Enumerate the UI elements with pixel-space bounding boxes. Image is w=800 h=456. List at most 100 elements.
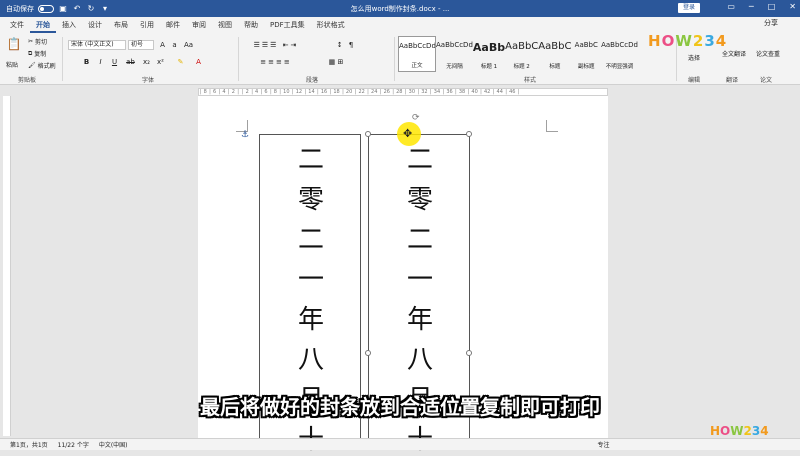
ribbon-display-icon[interactable]: ▭: [727, 2, 735, 11]
strip-char: 八: [406, 345, 433, 375]
rotate-handle-icon[interactable]: ⟳: [412, 113, 420, 123]
strip-char: 年: [297, 305, 324, 335]
vertical-ruler[interactable]: [3, 96, 11, 436]
title-bar: 自动保存 ▣ ↶ ↻ ▾ 怎么用word制作封条.docx - ... 登录 ▭…: [0, 0, 800, 17]
style-item[interactable]: AaBbC 副标题: [571, 36, 601, 72]
focus-mode-button[interactable]: 专注: [598, 440, 610, 449]
copy-button[interactable]: ⧉ 复制: [28, 49, 47, 59]
tab-4[interactable]: 布局: [108, 17, 134, 33]
tab-10[interactable]: PDF工具集: [264, 17, 311, 33]
style-sample: AaBbC: [505, 41, 539, 52]
list-icons[interactable]: ☰☰☰ ⇤⇥: [246, 40, 306, 50]
copy-label: 复制: [34, 51, 47, 58]
word-count[interactable]: 11/22 个字: [58, 440, 89, 449]
tab-6[interactable]: 邮件: [160, 17, 186, 33]
bold-button[interactable]: B: [82, 57, 91, 67]
font-size-select[interactable]: 初号: [128, 40, 154, 50]
brush-icon: 🖌: [28, 62, 36, 69]
strip-char: 二: [406, 225, 433, 255]
cut-label: 剪切: [35, 39, 48, 46]
strikethrough-icon[interactable]: ab: [126, 57, 135, 67]
translate-group-label: 翻译: [726, 77, 739, 84]
video-subtitle: 最后将做好的封条放到合适位置复制即可打印: [200, 395, 600, 419]
style-name: 不明显强调: [605, 64, 634, 70]
vertical-scrollbar[interactable]: [790, 96, 798, 438]
undo-icon[interactable]: ↶: [72, 4, 82, 13]
cut-button[interactable]: ✂ 剪切: [28, 37, 47, 46]
maximize-icon[interactable]: □: [768, 2, 776, 11]
font-family-select[interactable]: 宋体 (中文正文): [68, 40, 126, 50]
resize-handle[interactable]: [466, 131, 472, 137]
select-button[interactable]: 选择: [682, 55, 706, 63]
resize-handle[interactable]: [365, 350, 371, 356]
paper-check-button[interactable]: 论文查重: [756, 51, 780, 59]
tab-9[interactable]: 帮助: [238, 17, 264, 33]
editing-group-label: 编辑: [688, 77, 701, 84]
quick-access-toolbar: 自动保存 ▣ ↶ ↻ ▾: [0, 4, 110, 14]
watermark-logo: HOW234: [648, 32, 728, 50]
login-button[interactable]: 登录: [678, 3, 700, 13]
style-sample: AaBbC: [538, 41, 572, 52]
style-sample: AaBbCcDd: [399, 42, 435, 50]
style-item[interactable]: AaBbC 标题 2: [505, 36, 538, 72]
strip-char: 一: [406, 265, 433, 295]
tab-5[interactable]: 引用: [134, 17, 160, 33]
anchor-icon: ⚓: [241, 130, 250, 140]
underline-button[interactable]: U: [110, 57, 119, 67]
paper-group-label: 论文: [760, 77, 773, 84]
watermark-logo-bottom: HOW234: [710, 424, 769, 438]
paste-button[interactable]: 粘贴: [6, 60, 18, 69]
tab-1[interactable]: 开始: [30, 17, 56, 33]
save-icon[interactable]: ▣: [58, 4, 68, 13]
redo-icon[interactable]: ↻: [86, 4, 96, 13]
resize-handle[interactable]: [466, 350, 472, 356]
tab-7[interactable]: 审阅: [186, 17, 212, 33]
sort-icons[interactable]: ↕ ¶: [316, 40, 376, 50]
font-color-icon[interactable]: A: [194, 57, 203, 67]
tab-0[interactable]: 文件: [4, 17, 30, 33]
tab-8[interactable]: 视图: [212, 17, 238, 33]
tab-2[interactable]: 插入: [56, 17, 82, 33]
style-item[interactable]: AaBb 标题 1: [473, 36, 505, 72]
customize-toolbar-icon[interactable]: ▾: [100, 4, 110, 13]
select-label: 选择: [687, 55, 700, 62]
ribbon-tabs: 文件 开始 插入 设计 布局 引用 邮件 审阅 视图 帮助 PDF工具集 形状格式: [0, 17, 800, 33]
separator: [62, 37, 63, 81]
share-button[interactable]: 分享: [764, 19, 778, 27]
style-item[interactable]: AaBbCcDd 无间隔: [436, 36, 473, 72]
italic-button[interactable]: I: [96, 57, 105, 67]
shrink-font-icon[interactable]: a: [170, 40, 179, 50]
status-bar: 第1页，共1页 11/22 个字 中文(中国) 专注: [0, 438, 800, 450]
tab-3[interactable]: 设计: [82, 17, 108, 33]
style-item[interactable]: AaBbCcDd 不明显强调: [601, 36, 638, 72]
autosave-label: 自动保存: [6, 4, 34, 13]
copy-icon: ⧉: [28, 49, 33, 57]
highlight-icon[interactable]: ✎: [176, 57, 185, 67]
format-painter-label: 格式刷: [37, 63, 56, 70]
subscript-icon[interactable]: x₂: [142, 57, 151, 67]
strip-char: 年: [406, 305, 433, 335]
grow-font-icon[interactable]: A: [158, 40, 167, 50]
autosave-toggle[interactable]: [38, 4, 54, 13]
window-controls: ▭ ─ □ ✕: [727, 2, 796, 11]
horizontal-ruler[interactable]: │ 8 │ 6 │ 4 │ 2 │ │ 2 │ 4 │ 6 │ 8 │ 10 │…: [198, 88, 608, 96]
style-item[interactable]: AaBbCcDd 正文: [398, 36, 436, 72]
style-item[interactable]: AaBbC 标题: [538, 36, 571, 72]
strip-char: 一: [297, 265, 324, 295]
translate-button[interactable]: 全文翻译: [722, 51, 746, 59]
style-name: 正文: [411, 63, 423, 69]
change-case-icon[interactable]: Aa: [184, 40, 193, 50]
style-name: 标题 1: [480, 64, 498, 70]
minimize-icon[interactable]: ─: [749, 2, 754, 11]
resize-handle[interactable]: [365, 131, 371, 137]
page-count[interactable]: 第1页，共1页: [10, 440, 48, 449]
superscript-icon[interactable]: x²: [156, 57, 165, 67]
format-painter-button[interactable]: 🖌 格式刷: [28, 61, 56, 70]
style-sample: AaBbCcDd: [601, 41, 638, 49]
language-indicator[interactable]: 中文(中国): [99, 440, 128, 449]
close-icon[interactable]: ✕: [789, 2, 796, 11]
tab-11[interactable]: 形状格式: [311, 17, 351, 33]
paste-icon[interactable]: 📋: [6, 37, 22, 57]
shading-icon[interactable]: ▦ ⊞: [316, 57, 356, 67]
alignment-icons[interactable]: ≡≡≡≡: [246, 57, 306, 67]
